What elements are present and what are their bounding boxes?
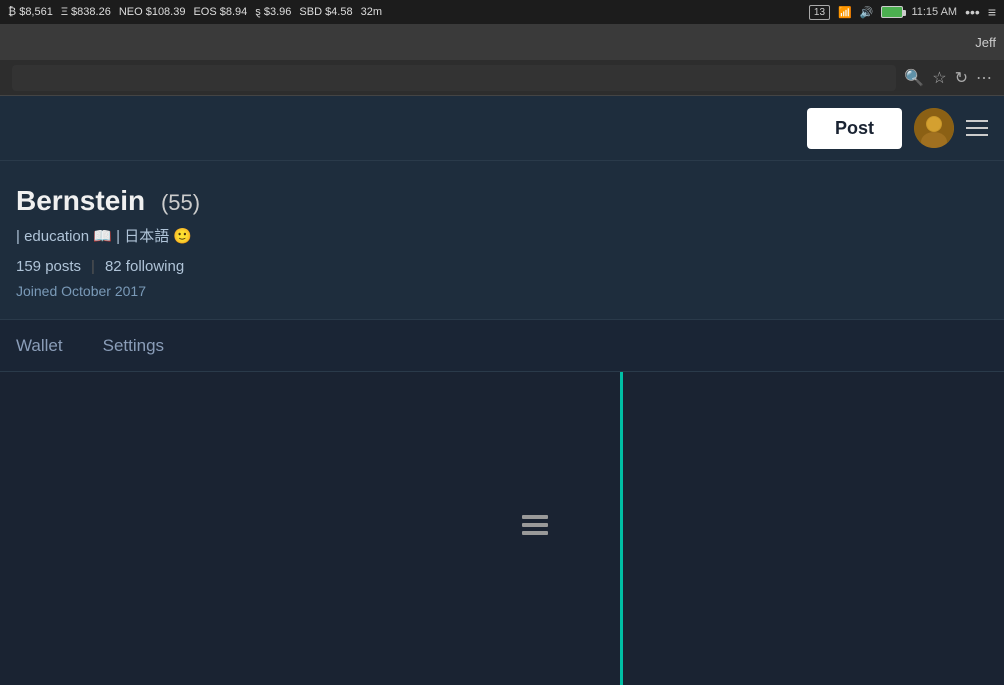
list-view-icon-area	[520, 511, 550, 547]
search-icon[interactable]: 🔍	[904, 68, 924, 88]
hamburger-menu-icon[interactable]	[966, 120, 988, 136]
hamburger-line-2	[966, 127, 988, 129]
hamburger-line-1	[966, 120, 988, 122]
wifi-icon: 📶	[838, 6, 852, 19]
volume-icon: 🔊	[860, 6, 874, 19]
profile-section: Bernstein (55) | education 📖 | 日本語 🙂 159…	[0, 161, 1004, 320]
hamburger-line-3	[966, 134, 988, 136]
list-view-icon[interactable]	[520, 521, 550, 546]
crypto-prices: ₿ $8,561 Ξ $838.26 NEO $108.39 EOS $8.94…	[8, 6, 799, 18]
reload-icon[interactable]: ↻	[955, 68, 968, 88]
battery-icon	[881, 6, 903, 18]
bookmark-icon[interactable]: ☆	[932, 68, 946, 88]
user-avatar[interactable]	[914, 108, 954, 148]
steem-price: ȿ $3.96	[255, 6, 291, 18]
sbd-price: SBD $4.58	[299, 6, 352, 18]
post-button[interactable]: Post	[807, 108, 902, 149]
eos-price: EOS $8.94	[193, 6, 247, 18]
tab-settings[interactable]: Settings	[103, 332, 164, 360]
posts-count: 159 posts	[16, 258, 81, 275]
stats-divider: |	[91, 258, 95, 275]
clock: 11:15 AM	[911, 6, 957, 18]
profile-bio: | education 📖 | 日本語 🙂	[16, 225, 988, 246]
browser-chrome: Jeff	[0, 24, 1004, 60]
battery-count: 13	[809, 5, 830, 20]
profile-stats: 159 posts | 82 following	[16, 258, 988, 275]
more-icon[interactable]: ⋯	[976, 68, 992, 88]
username: Bernstein	[16, 185, 145, 216]
tab-wallet[interactable]: Wallet	[16, 332, 63, 360]
content-area	[0, 372, 1004, 685]
reputation: (55)	[161, 190, 200, 215]
hamburger-lines[interactable]: ≡	[988, 4, 996, 20]
following-count: 82 following	[105, 258, 184, 275]
teal-divider	[620, 372, 623, 685]
profile-name: Bernstein (55)	[16, 185, 988, 217]
menu-dots[interactable]: •••	[965, 4, 980, 20]
system-bar: ₿ $8,561 Ξ $838.26 NEO $108.39 EOS $8.94…	[0, 0, 1004, 24]
bitcoin-price: ₿ $8,561	[8, 6, 53, 18]
system-right-icons: 13 📶 🔊 11:15 AM ••• ≡	[809, 4, 996, 20]
url-input[interactable]	[12, 65, 896, 91]
profile-joined: Joined October 2017	[16, 283, 988, 299]
app-header: Post	[0, 96, 1004, 161]
time-ago: 32m	[361, 6, 382, 18]
eth-price: Ξ $838.26	[61, 6, 111, 18]
profile-tabs: Wallet Settings	[0, 320, 1004, 372]
url-bar: 🔍 ☆ ↻ ⋯	[0, 60, 1004, 96]
user-label: Jeff	[975, 35, 996, 50]
neo-price: NEO $108.39	[119, 6, 186, 18]
